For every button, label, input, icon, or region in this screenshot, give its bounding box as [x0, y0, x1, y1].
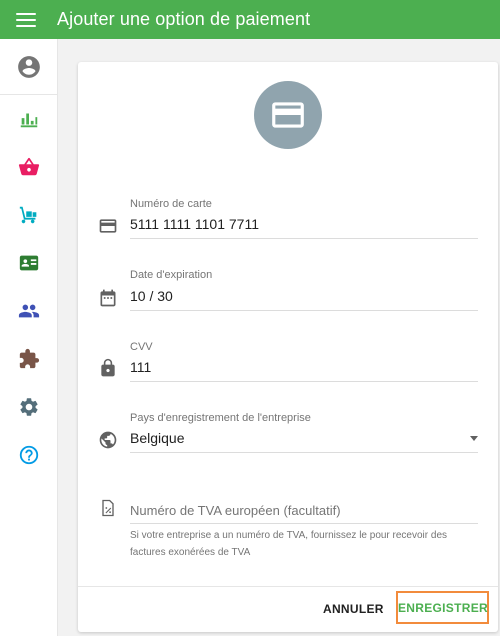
gear-icon — [19, 398, 38, 416]
sidebar-item-settings[interactable] — [0, 387, 57, 427]
credit-card-icon — [272, 102, 304, 128]
vat-hint: Si votre entreprise a un numéro de TVA, … — [130, 530, 448, 558]
sidebar-item-stats[interactable] — [0, 99, 57, 139]
expiry-label: Date d'expiration — [130, 269, 213, 281]
payment-form-card: Numéro de carte 5111 1111 1101 7711 Date… — [78, 62, 498, 632]
expiry-underline — [130, 310, 478, 311]
page-title: Ajouter une option de paiement — [57, 9, 311, 29]
sidebar — [0, 39, 58, 636]
globe-icon — [99, 431, 117, 449]
card-number-field[interactable]: Numéro de carte 5111 1111 1101 7711 — [98, 196, 478, 240]
sidebar-item-contacts[interactable] — [0, 243, 57, 283]
contact-card-icon — [19, 255, 38, 271]
basket-icon — [18, 157, 39, 176]
payment-avatar — [254, 81, 322, 149]
vat-field[interactable]: Numéro de TVA européen (facultatif) Si v… — [98, 494, 478, 564]
cvv-label: CVV — [130, 341, 153, 353]
cvv-underline — [130, 381, 478, 382]
sidebar-item-orders[interactable] — [0, 195, 57, 235]
percent-document-icon — [102, 499, 114, 517]
card-number-underline — [130, 238, 478, 239]
sidebar-item-account[interactable] — [0, 39, 57, 95]
account-circle-icon — [17, 55, 40, 78]
sidebar-item-shop[interactable] — [0, 147, 57, 187]
credit-card-icon — [99, 219, 117, 233]
vat-input[interactable]: Numéro de TVA européen (facultatif) — [130, 503, 341, 518]
card-actions: ANNULER ENREGISTRER — [78, 586, 498, 632]
sidebar-item-extensions[interactable] — [0, 339, 57, 379]
country-underline — [130, 452, 478, 453]
expiry-field[interactable]: Date d'expiration 10 / 30 — [98, 267, 478, 311]
app-bar: Ajouter une option de paiement — [0, 0, 500, 39]
expiry-input[interactable]: 10 / 30 — [130, 288, 173, 304]
sidebar-item-users[interactable] — [0, 291, 57, 331]
vat-underline — [130, 523, 478, 524]
chevron-down-icon[interactable] — [470, 436, 478, 441]
card-number-input[interactable]: 5111 1111 1101 7711 — [130, 216, 259, 232]
help-icon — [19, 445, 38, 465]
calendar-icon — [100, 289, 116, 307]
card-number-label: Numéro de carte — [130, 198, 212, 210]
people-icon — [18, 304, 39, 318]
lock-icon — [101, 358, 115, 377]
menu-icon[interactable] — [16, 12, 36, 27]
puzzle-icon — [19, 348, 39, 369]
country-value: Belgique — [130, 430, 185, 446]
cvv-field[interactable]: CVV 111 — [98, 338, 478, 382]
country-label: Pays d'enregistrement de l'entreprise — [130, 412, 311, 424]
bar-chart-icon — [20, 113, 37, 128]
cvv-input[interactable]: 111 — [130, 359, 151, 375]
country-select[interactable]: Pays d'enregistrement de l'entreprise Be… — [98, 409, 478, 453]
sidebar-item-help[interactable] — [0, 435, 57, 475]
cancel-button[interactable]: ANNULER — [315, 594, 392, 624]
save-button[interactable]: ENREGISTRER — [396, 591, 489, 624]
trolley-icon — [19, 206, 36, 224]
